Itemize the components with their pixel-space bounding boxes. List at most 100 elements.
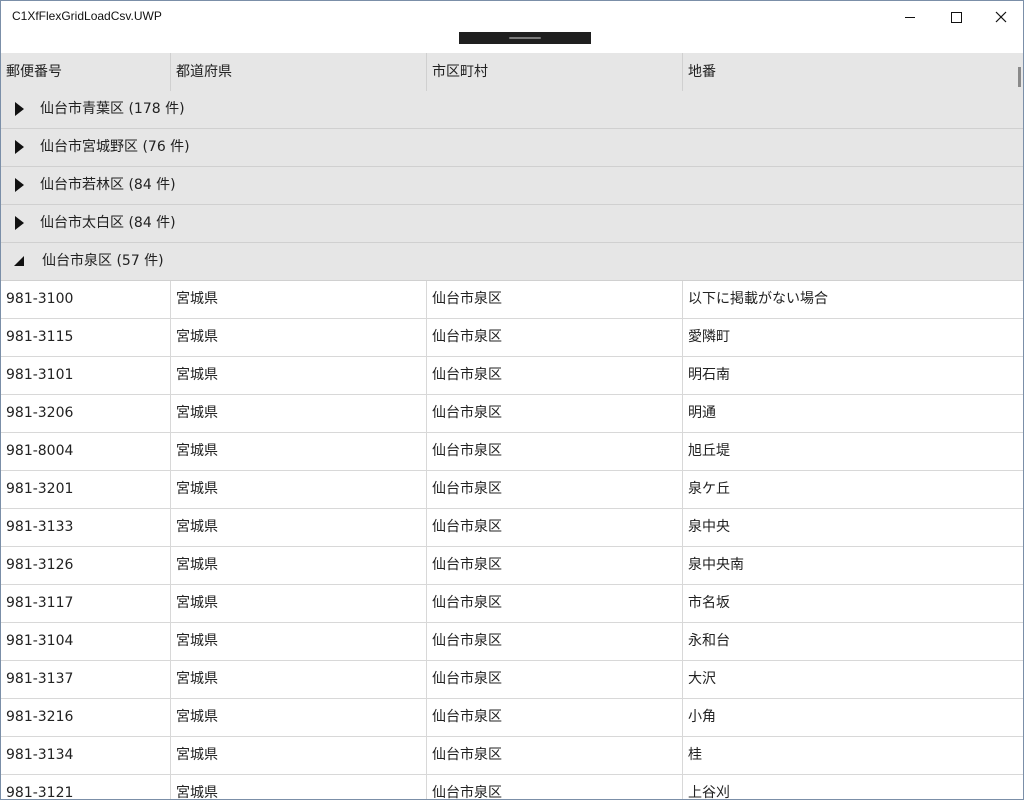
postal-code-cell[interactable]: 981-3134 <box>1 737 171 774</box>
city-cell[interactable]: 仙台市泉区 <box>427 395 683 432</box>
city-cell[interactable]: 仙台市泉区 <box>427 281 683 318</box>
postal-code-cell[interactable]: 981-3126 <box>1 547 171 584</box>
prefecture-cell[interactable]: 宮城県 <box>171 319 427 356</box>
postal-code-cell[interactable]: 981-3201 <box>1 471 171 508</box>
group-row[interactable]: 仙台市青葉区 (178 件) <box>1 91 1023 129</box>
prefecture-cell[interactable]: 宮城県 <box>171 585 427 622</box>
column-header-prefecture[interactable]: 都道府県 <box>171 53 427 91</box>
drag-handle[interactable] <box>459 32 591 44</box>
city-cell[interactable]: 仙台市泉区 <box>427 357 683 394</box>
table-row[interactable]: 981-8004 宮城県 仙台市泉区 旭丘堤 <box>1 433 1023 471</box>
address-cell[interactable]: 以下に掲載がない場合 <box>683 281 1019 318</box>
city-cell[interactable]: 仙台市泉区 <box>427 547 683 584</box>
postal-code-cell[interactable]: 981-3104 <box>1 623 171 660</box>
group-label: 仙台市宮城野区 (76 件) <box>40 139 190 155</box>
prefecture-cell[interactable]: 宮城県 <box>171 433 427 470</box>
table-row[interactable]: 981-3101 宮城県 仙台市泉区 明石南 <box>1 357 1023 395</box>
minimize-button[interactable] <box>887 1 933 33</box>
table-row[interactable]: 981-3206 宮城県 仙台市泉区 明通 <box>1 395 1023 433</box>
city-cell[interactable]: 仙台市泉区 <box>427 661 683 698</box>
address-cell[interactable]: 泉中央南 <box>683 547 1019 584</box>
expand-toggle[interactable] <box>11 139 27 155</box>
address-cell[interactable]: 大沢 <box>683 661 1019 698</box>
address-cell[interactable]: 旭丘堤 <box>683 433 1019 470</box>
address-cell[interactable]: 永和台 <box>683 623 1019 660</box>
postal-code-cell[interactable]: 981-3117 <box>1 585 171 622</box>
postal-code-cell[interactable]: 981-3100 <box>1 281 171 318</box>
city-cell[interactable]: 仙台市泉区 <box>427 319 683 356</box>
postal-code-cell[interactable]: 981-3216 <box>1 699 171 736</box>
postal-code-cell[interactable]: 981-8004 <box>1 433 171 470</box>
table-row[interactable]: 981-3104 宮城県 仙台市泉区 永和台 <box>1 623 1023 661</box>
table-row[interactable]: 981-3216 宮城県 仙台市泉区 小角 <box>1 699 1023 737</box>
address-cell[interactable]: 市名坂 <box>683 585 1019 622</box>
group-label: 仙台市青葉区 (178 件) <box>40 101 185 117</box>
group-label: 仙台市若林区 (84 件) <box>40 177 176 193</box>
column-header-address[interactable]: 地番 <box>683 53 1019 91</box>
prefecture-cell[interactable]: 宮城県 <box>171 509 427 546</box>
table-row[interactable]: 981-3100 宮城県 仙台市泉区 以下に掲載がない場合 <box>1 281 1023 319</box>
expand-triangle-icon <box>14 140 24 154</box>
column-header-row: 郵便番号 都道府県 市区町村 地番 <box>1 53 1023 92</box>
city-cell[interactable]: 仙台市泉区 <box>427 509 683 546</box>
expand-toggle[interactable] <box>11 101 27 117</box>
prefecture-cell[interactable]: 宮城県 <box>171 281 427 318</box>
prefecture-cell[interactable]: 宮城県 <box>171 357 427 394</box>
postal-code-cell[interactable]: 981-3133 <box>1 509 171 546</box>
city-cell[interactable]: 仙台市泉区 <box>427 737 683 774</box>
table-row[interactable]: 981-3121 宮城県 仙台市泉区 上谷刈 <box>1 775 1023 799</box>
table-row[interactable]: 981-3137 宮城県 仙台市泉区 大沢 <box>1 661 1023 699</box>
group-row[interactable]: 仙台市宮城野区 (76 件) <box>1 129 1023 167</box>
postal-code-cell[interactable]: 981-3121 <box>1 775 171 799</box>
expand-toggle[interactable] <box>11 253 27 269</box>
postal-code-cell[interactable]: 981-3137 <box>1 661 171 698</box>
expand-triangle-icon <box>14 178 24 192</box>
flex-grid[interactable]: 郵便番号 都道府県 市区町村 地番 仙台市青葉区 (178 件) 仙台市宮城野区 … <box>1 53 1023 799</box>
maximize-icon <box>950 11 962 23</box>
close-button[interactable] <box>978 1 1023 33</box>
city-cell[interactable]: 仙台市泉区 <box>427 623 683 660</box>
group-row[interactable]: 仙台市若林区 (84 件) <box>1 167 1023 205</box>
postal-code-cell[interactable]: 981-3101 <box>1 357 171 394</box>
group-label: 仙台市太白区 (84 件) <box>40 215 176 231</box>
column-header-city[interactable]: 市区町村 <box>427 53 683 91</box>
city-cell[interactable]: 仙台市泉区 <box>427 775 683 799</box>
table-row[interactable]: 981-3117 宮城県 仙台市泉区 市名坂 <box>1 585 1023 623</box>
city-cell[interactable]: 仙台市泉区 <box>427 471 683 508</box>
address-cell[interactable]: 泉ケ丘 <box>683 471 1019 508</box>
window-title: C1XfFlexGridLoadCsv.UWP <box>12 9 162 23</box>
prefecture-cell[interactable]: 宮城県 <box>171 775 427 799</box>
prefecture-cell[interactable]: 宮城県 <box>171 471 427 508</box>
prefecture-cell[interactable]: 宮城県 <box>171 623 427 660</box>
expand-toggle[interactable] <box>11 215 27 231</box>
expand-toggle[interactable] <box>11 177 27 193</box>
table-row[interactable]: 981-3126 宮城県 仙台市泉区 泉中央南 <box>1 547 1023 585</box>
table-row[interactable]: 981-3133 宮城県 仙台市泉区 泉中央 <box>1 509 1023 547</box>
city-cell[interactable]: 仙台市泉区 <box>427 699 683 736</box>
prefecture-cell[interactable]: 宮城県 <box>171 737 427 774</box>
prefecture-cell[interactable]: 宮城県 <box>171 547 427 584</box>
postal-code-cell[interactable]: 981-3206 <box>1 395 171 432</box>
address-cell[interactable]: 小角 <box>683 699 1019 736</box>
column-header-postal-code[interactable]: 郵便番号 <box>1 53 171 91</box>
prefecture-cell[interactable]: 宮城県 <box>171 395 427 432</box>
table-row[interactable]: 981-3115 宮城県 仙台市泉区 愛隣町 <box>1 319 1023 357</box>
title-bar[interactable]: C1XfFlexGridLoadCsv.UWP <box>1 1 1023 33</box>
prefecture-cell[interactable]: 宮城県 <box>171 699 427 736</box>
address-cell[interactable]: 泉中央 <box>683 509 1019 546</box>
address-cell[interactable]: 明通 <box>683 395 1019 432</box>
vertical-scrollbar[interactable] <box>1018 67 1021 87</box>
address-cell[interactable]: 愛隣町 <box>683 319 1019 356</box>
postal-code-cell[interactable]: 981-3115 <box>1 319 171 356</box>
group-row[interactable]: 仙台市太白区 (84 件) <box>1 205 1023 243</box>
group-row[interactable]: 仙台市泉区 (57 件) <box>1 243 1023 281</box>
city-cell[interactable]: 仙台市泉区 <box>427 433 683 470</box>
maximize-button[interactable] <box>933 1 979 33</box>
prefecture-cell[interactable]: 宮城県 <box>171 661 427 698</box>
table-row[interactable]: 981-3134 宮城県 仙台市泉区桂 <box>1 737 1023 775</box>
address-cell[interactable]: 桂 <box>683 737 1019 774</box>
city-cell[interactable]: 仙台市泉区 <box>427 585 683 622</box>
table-row[interactable]: 981-3201 宮城県 仙台市泉区 泉ケ丘 <box>1 471 1023 509</box>
address-cell[interactable]: 上谷刈 <box>683 775 1019 799</box>
address-cell[interactable]: 明石南 <box>683 357 1019 394</box>
